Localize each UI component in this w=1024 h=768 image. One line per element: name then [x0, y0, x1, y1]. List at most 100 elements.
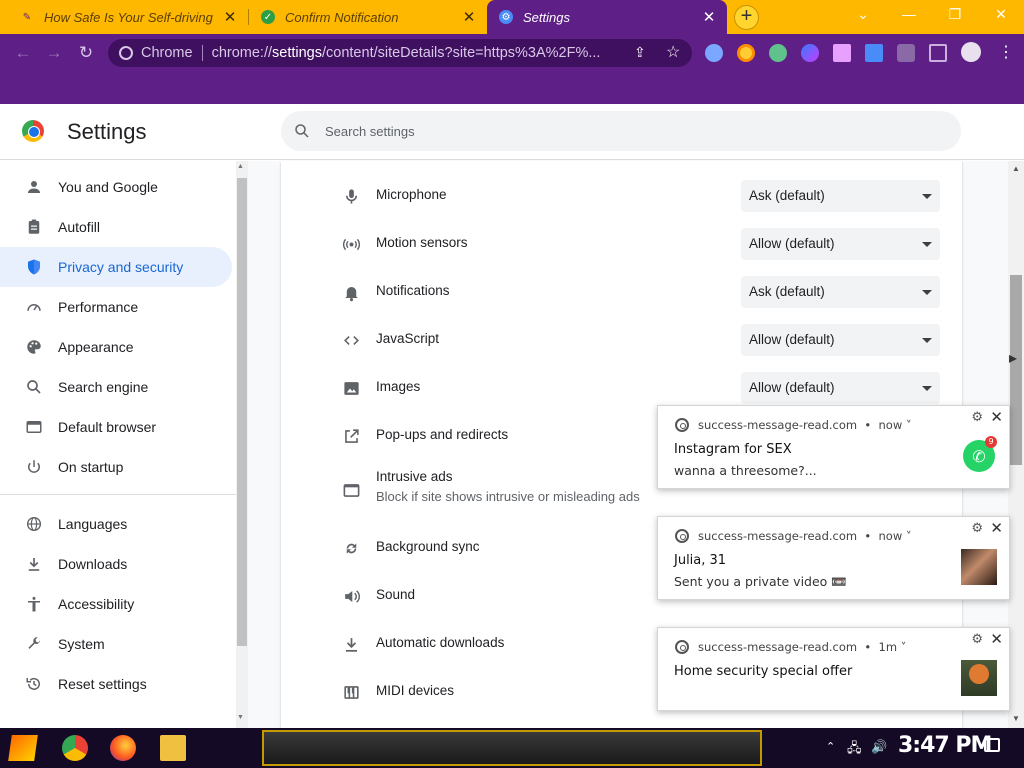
image-icon	[341, 378, 361, 398]
download-icon	[24, 554, 44, 574]
extension-icon[interactable]	[769, 44, 787, 62]
notification-toast[interactable]: success-message-read.com • 1m ˅ ⚙ ✕ Home se…	[657, 627, 1010, 711]
extension-icon[interactable]	[833, 44, 851, 62]
scroll-up-arrow[interactable]: ▲	[237, 163, 244, 170]
puzzle-icon[interactable]	[897, 44, 915, 62]
notification-close-button[interactable]: ✕	[990, 630, 1003, 648]
permission-select[interactable]: Allow (default)	[741, 324, 940, 356]
notification-settings-icon[interactable]: ⚙	[971, 410, 983, 425]
globe-icon	[24, 514, 44, 534]
site-chip: Chrome	[141, 45, 193, 61]
extension-icon[interactable]	[801, 44, 819, 62]
action-center-icon[interactable]	[984, 738, 1000, 752]
notification-close-button[interactable]: ✕	[990, 519, 1003, 537]
permission-label: Images	[376, 379, 421, 394]
scroll-down-arrow[interactable]: ▼	[1012, 714, 1020, 723]
tab-close-button[interactable]: ✕	[222, 8, 238, 26]
sidebar-item-label: Performance	[58, 299, 139, 315]
notification-toast[interactable]: success-message-read.com • now ˅ ⚙ ✕ Julia,…	[657, 516, 1010, 600]
gauge-icon	[24, 297, 44, 317]
search-input[interactable]: Search settings	[281, 111, 961, 151]
tab-close-button[interactable]: ✕	[701, 8, 717, 26]
shield-icon	[24, 257, 44, 277]
sidebar-item-search-engine[interactable]: Search engine	[0, 367, 232, 407]
chrome-notification-icon	[675, 640, 689, 654]
notification-toast[interactable]: success-message-read.com • now ˅ ⚙ ✕ Instag…	[657, 405, 1010, 489]
new-tab-button[interactable]: +	[734, 5, 759, 30]
sidebar-item-on-startup[interactable]: On startup	[0, 447, 232, 487]
extension-icon[interactable]	[705, 44, 723, 62]
ads-icon	[341, 480, 361, 500]
tab-close-button[interactable]: ✕	[461, 8, 477, 26]
sidebar-item-downloads[interactable]: Downloads	[0, 544, 232, 584]
notification-body: wanna a threesome?...	[674, 463, 817, 478]
sidebar-item-performance[interactable]: Performance	[0, 287, 232, 327]
start-button[interactable]	[8, 735, 38, 761]
notification-badge: 9	[985, 436, 997, 448]
url-text: chrome://settings/content/siteDetails?si…	[211, 45, 601, 61]
permission-select[interactable]: Ask (default)	[741, 276, 940, 308]
address-bar[interactable]: Chrome chrome://settings/content/siteDet…	[108, 39, 692, 67]
sidebar-item-appearance[interactable]: Appearance	[0, 327, 232, 367]
volume-icon[interactable]: 🔊	[871, 739, 887, 755]
permission-sublabel: Block if site shows intrusive or mislead…	[376, 489, 640, 504]
notification-settings-icon[interactable]: ⚙	[971, 632, 983, 647]
notification-source: success-message-read.com • now ˅	[698, 529, 912, 543]
sidebar-item-default-browser[interactable]: Default browser	[0, 407, 232, 447]
permission-label: Background sync	[376, 539, 480, 554]
permission-select[interactable]: Allow (default)	[741, 228, 940, 260]
sidebar-item-privacy-and-security[interactable]: Privacy and security	[0, 247, 232, 287]
motion-sensor-icon	[341, 234, 361, 254]
forward-button[interactable]: →	[43, 42, 65, 64]
profile-avatar[interactable]	[961, 42, 981, 62]
minimize-button[interactable]: —	[886, 0, 932, 30]
sidebar-item-label: Privacy and security	[58, 259, 184, 275]
firefox-taskbar-icon[interactable]	[110, 735, 136, 761]
sidebar-item-system[interactable]: System	[0, 624, 232, 664]
permission-select[interactable]: Ask (default)	[741, 180, 940, 212]
clipboard-icon	[24, 217, 44, 237]
back-button[interactable]: ←	[12, 42, 34, 64]
restore-button[interactable]: ❐	[932, 0, 978, 30]
permission-label: Notifications	[376, 283, 450, 298]
tab-search-icon[interactable]: ⌄	[840, 0, 886, 30]
sync-icon	[341, 538, 361, 558]
tab-settings[interactable]: ⚙ Settings ✕	[487, 0, 727, 34]
notification-settings-icon[interactable]: ⚙	[971, 521, 983, 536]
tab-confirm-notification[interactable]: ✓ Confirm Notification ✕	[249, 0, 487, 34]
extension-icon[interactable]	[865, 44, 883, 62]
network-icon[interactable]: 🖧	[847, 739, 862, 761]
sidebar-item-you-and-google[interactable]: You and Google	[0, 167, 232, 207]
notification-close-button[interactable]: ✕	[990, 408, 1003, 426]
sidebar-item-accessibility[interactable]: Accessibility	[0, 584, 232, 624]
tab-self-driving[interactable]: ✎ How Safe Is Your Self-driving ✕	[8, 0, 248, 34]
chrome-taskbar-icon[interactable]	[62, 735, 88, 761]
reload-button[interactable]: ↻	[75, 42, 97, 64]
bell-icon	[341, 282, 361, 302]
menu-icon[interactable]: ⋮	[998, 42, 1014, 62]
permission-row-javascript: JavaScript Allow (default)	[281, 316, 962, 364]
taskbar-clock[interactable]: 3:47 PM	[898, 733, 992, 758]
check-circle-icon: ✓	[261, 10, 275, 24]
feather-icon: ✎	[20, 10, 34, 24]
sidebar-scroll-thumb[interactable]	[237, 178, 247, 646]
window-close-button[interactable]: ✕	[978, 0, 1024, 30]
sidebar-item-autofill[interactable]: Autofill	[0, 207, 232, 247]
share-icon[interactable]: ⇪	[634, 44, 652, 62]
sidebar-item-reset-settings[interactable]: Reset settings	[0, 664, 232, 704]
tray-chevron-icon[interactable]: ⌃	[826, 740, 835, 753]
person-icon	[24, 177, 44, 197]
permission-select[interactable]: Allow (default)	[741, 372, 940, 404]
chrome-notification-icon	[675, 529, 689, 543]
scroll-up-arrow[interactable]: ▲	[1012, 164, 1020, 173]
extension-icon[interactable]	[737, 44, 755, 62]
content-scroll-thumb[interactable]	[1010, 275, 1022, 465]
sidebar-item-languages[interactable]: Languages	[0, 504, 232, 544]
side-panel-icon[interactable]	[929, 44, 947, 62]
file-explorer-icon[interactable]	[160, 735, 186, 761]
bookmark-star-icon[interactable]: ☆	[666, 42, 684, 61]
permission-label: Automatic downloads	[376, 635, 505, 650]
tab-title: How Safe Is Your Self-driving	[44, 9, 213, 25]
notification-title: Home security special offer	[674, 664, 853, 679]
scroll-down-arrow[interactable]: ▼	[237, 714, 244, 721]
